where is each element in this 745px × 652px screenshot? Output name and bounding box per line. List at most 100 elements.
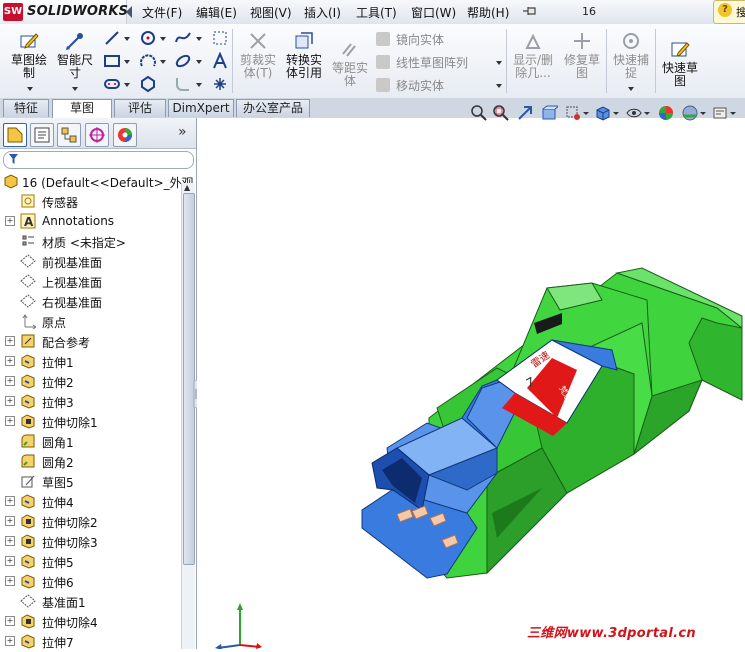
zoom-to-fit-icon[interactable] <box>470 104 488 122</box>
linear-pattern-button[interactable]: 线性草图阵列 <box>376 54 468 71</box>
trim-entities-button[interactable]: 剪裁实体(T) <box>236 30 280 80</box>
circle-dropdown-icon[interactable] <box>160 37 166 41</box>
tree-item[interactable]: + 拉伸5 <box>0 551 180 571</box>
tree-item[interactable]: 原点 <box>0 311 180 331</box>
convert-entities-button[interactable]: 转换实体引用 <box>282 30 326 80</box>
ellipse-dropdown-icon[interactable] <box>196 60 202 64</box>
slot-dropdown-icon[interactable] <box>124 83 130 87</box>
feature-manager-tab-icon[interactable] <box>3 123 27 147</box>
ellipse-icon[interactable] <box>174 52 192 70</box>
hide-show-dropdown-icon[interactable] <box>643 104 651 122</box>
menu-help[interactable]: 帮助(H) <box>467 4 509 21</box>
tree-item[interactable]: + 拉伸切除4 <box>0 611 180 631</box>
tree-item[interactable]: 基准面1 <box>0 591 180 611</box>
menu-insert[interactable]: 插入(I) <box>304 4 341 21</box>
property-manager-tab-icon[interactable] <box>30 123 54 147</box>
circle-icon[interactable] <box>139 29 157 47</box>
pin-icon[interactable] <box>522 5 538 17</box>
view-settings-dropdown-icon[interactable] <box>729 104 737 122</box>
smart-dimension-button[interactable]: 智能尺寸 <box>54 30 96 80</box>
sketch-dropdown-icon[interactable] <box>27 87 33 91</box>
menu-edit[interactable]: 编辑(E) <box>196 4 237 21</box>
search-help-box[interactable]: ? 搜 <box>713 0 745 24</box>
solidworks-logo[interactable]: SW SOLIDWORKS <box>0 0 128 24</box>
sketch-button[interactable]: 草图绘制 <box>6 30 52 80</box>
expand-icon[interactable]: + <box>5 396 15 406</box>
mirror-entities-button[interactable]: 镜向实体 <box>376 31 444 48</box>
tree-item[interactable]: + 拉伸2 <box>0 371 180 391</box>
point-icon[interactable] <box>211 75 229 93</box>
tree-item[interactable]: 前视基准面 <box>0 251 180 271</box>
previous-view-icon[interactable] <box>516 104 534 122</box>
move-dropdown-icon[interactable] <box>496 84 502 88</box>
rectangle-dropdown-icon[interactable] <box>124 60 130 64</box>
view-orientation-icon[interactable] <box>564 104 582 122</box>
linear-pattern-dropdown-icon[interactable] <box>496 61 502 65</box>
tree-item[interactable]: 材质 <未指定> <box>0 231 180 251</box>
menu-view[interactable]: 视图(V) <box>250 4 292 21</box>
view-settings-icon[interactable] <box>711 104 729 122</box>
spline-icon[interactable] <box>174 29 192 47</box>
expand-icon[interactable]: + <box>5 216 15 226</box>
expand-icon[interactable]: + <box>5 376 15 386</box>
display-style-icon[interactable] <box>594 104 612 122</box>
expand-icon[interactable]: + <box>5 516 15 526</box>
expand-icon[interactable]: + <box>5 356 15 366</box>
view-orientation-dropdown-icon[interactable] <box>582 104 590 122</box>
tab-evaluate[interactable]: 评估 <box>114 99 166 117</box>
line-icon[interactable] <box>103 29 121 47</box>
graphics-area[interactable]: 雷速 7 梵恩 <box>197 118 745 649</box>
tree-item[interactable]: + 拉伸7 <box>0 631 180 651</box>
smart-dimension-dropdown-icon[interactable] <box>72 87 78 91</box>
expand-icon[interactable]: + <box>5 336 15 346</box>
menu-window[interactable]: 窗口(W) <box>411 4 456 21</box>
expand-icon[interactable]: + <box>5 536 15 546</box>
scroll-up-icon[interactable]: ▲ <box>184 183 190 192</box>
section-view-icon[interactable] <box>540 104 561 122</box>
display-delete-relations-button[interactable]: 显示/删除几... <box>510 30 556 80</box>
line-dropdown-icon[interactable] <box>124 37 130 41</box>
display-manager-tab-icon[interactable] <box>113 123 137 147</box>
rapid-sketch-button[interactable]: 快速草图 <box>659 38 701 88</box>
tree-item[interactable]: + A Annotations <box>0 211 180 231</box>
construction-geometry-icon[interactable] <box>211 29 229 47</box>
tree-item[interactable]: + 拉伸6 <box>0 571 180 591</box>
tab-office-products[interactable]: 办公室产品 <box>236 99 310 117</box>
slot-icon[interactable] <box>103 75 121 93</box>
quick-snaps-button[interactable]: 快速捕捉 <box>610 30 652 80</box>
tree-item[interactable]: 草图5 <box>0 471 180 491</box>
expand-icon[interactable]: + <box>5 636 15 646</box>
zoom-to-area-icon[interactable] <box>492 104 510 122</box>
apply-scene-icon[interactable] <box>681 104 699 122</box>
edit-appearance-icon[interactable] <box>657 104 675 122</box>
tree-item[interactable]: + 拉伸4 <box>0 491 180 511</box>
tree-item[interactable]: 上视基准面 <box>0 271 180 291</box>
menu-collapse-arrow-icon[interactable] <box>126 6 132 18</box>
quick-snaps-dropdown-icon[interactable] <box>628 87 634 91</box>
tree-item[interactable]: + 拉伸切除3 <box>0 531 180 551</box>
expand-icon[interactable]: + <box>5 616 15 626</box>
arc-icon[interactable] <box>139 52 157 70</box>
repair-sketch-button[interactable]: 修复草图 <box>560 30 604 80</box>
fillet-sketch-icon[interactable] <box>174 75 192 93</box>
tree-root[interactable]: 16 (Default<<Default>_外观 <box>0 171 194 191</box>
tree-item[interactable]: + 拉伸3 <box>0 391 180 411</box>
expand-icon[interactable]: + <box>5 496 15 506</box>
fillet-sketch-dropdown-icon[interactable] <box>196 83 202 87</box>
display-style-dropdown-icon[interactable] <box>612 104 620 122</box>
rectangle-icon[interactable] <box>103 52 121 70</box>
tree-item[interactable]: + 拉伸切除1 <box>0 411 180 431</box>
arc-dropdown-icon[interactable] <box>160 60 166 64</box>
tab-sketch[interactable]: 草图 <box>52 99 112 119</box>
menu-tools[interactable]: 工具(T) <box>356 4 397 21</box>
dimxpert-manager-tab-icon[interactable] <box>85 123 109 147</box>
expand-icon[interactable]: + <box>5 556 15 566</box>
tree-item[interactable]: 右视基准面 <box>0 291 180 311</box>
tab-dimxpert[interactable]: DimXpert <box>168 99 234 117</box>
polygon-icon[interactable] <box>139 75 157 93</box>
tree-item[interactable]: 传感器 <box>0 191 180 211</box>
tree-item[interactable]: 圆角1 <box>0 431 180 451</box>
move-entities-button[interactable]: 移动实体 <box>376 77 444 94</box>
tab-features[interactable]: 特征 <box>3 99 49 117</box>
text-icon[interactable] <box>211 51 229 70</box>
